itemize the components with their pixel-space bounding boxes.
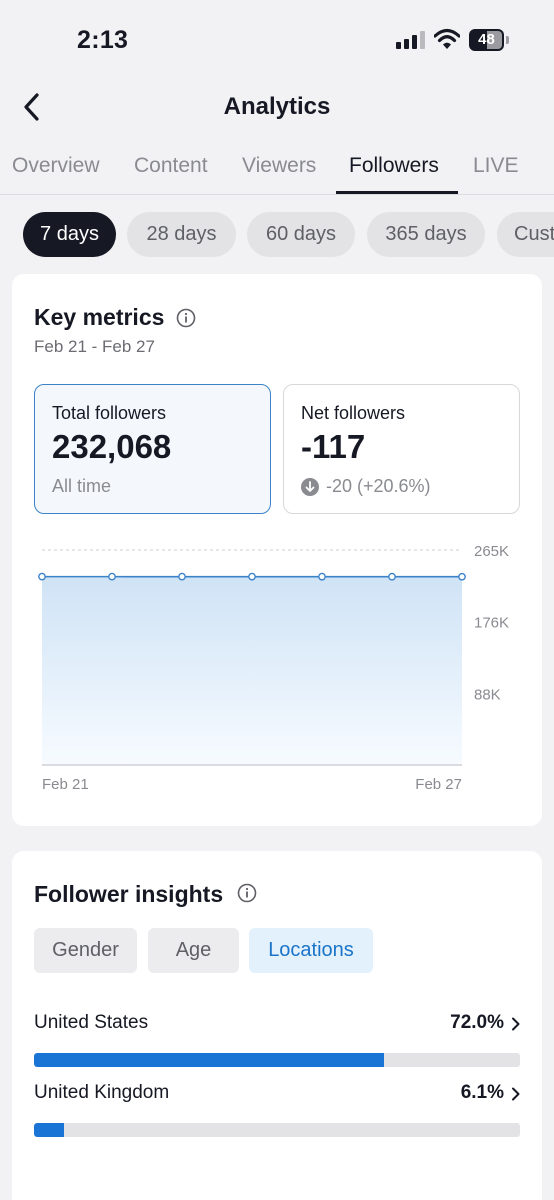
date-range: Feb 21 - Feb 27	[34, 337, 155, 356]
follower-insights-title: Follower insights	[34, 881, 224, 907]
page-title: Analytics	[223, 93, 331, 120]
tab-content[interactable]: Content	[134, 154, 208, 178]
chevron-right-icon	[512, 1087, 520, 1101]
chart-point	[108, 572, 116, 581]
tab-bar: Overview Content Viewers Followers LIVE	[0, 150, 554, 195]
location-percent: 6.1%	[460, 1082, 504, 1103]
net-followers-card[interactable]: Net followers -117 -20 (+20.6%)	[283, 384, 520, 514]
info-icon[interactable]	[237, 883, 257, 903]
chart-x-tick-label: Feb 21	[42, 776, 89, 793]
net-followers-change: -20 (+20.6%)	[326, 476, 431, 496]
status-time: 2:13	[77, 26, 129, 54]
location-bar-fill	[34, 1123, 64, 1137]
active-tab-indicator	[336, 191, 458, 194]
period-7-days[interactable]: 7 days	[23, 212, 116, 257]
tab-viewers[interactable]: Viewers	[242, 154, 316, 178]
tab-followers[interactable]: Followers	[349, 154, 439, 178]
segment-locations[interactable]: Locations	[249, 928, 373, 973]
wifi-icon	[434, 28, 460, 49]
key-metrics-card: Key metrics Feb 21 - Feb 27 Total follow…	[12, 274, 542, 826]
arrow-down-circle-icon	[301, 478, 319, 496]
period-28-days[interactable]: 28 days	[127, 212, 236, 257]
chart-y-tick-label: 176K	[474, 615, 509, 632]
info-icon[interactable]	[176, 308, 196, 328]
location-percent: 72.0%	[450, 1012, 504, 1033]
chart-y-tick-label: 265K	[474, 543, 509, 560]
chart-point	[388, 572, 396, 581]
chart-point	[318, 572, 326, 581]
net-followers-label: Net followers	[301, 403, 406, 423]
battery-icon: 48	[469, 29, 509, 51]
chart-point	[458, 572, 466, 581]
chart-point	[178, 572, 186, 581]
total-followers-sub: All time	[52, 476, 112, 496]
total-followers-card[interactable]: Total followers 232,068 All time	[34, 384, 271, 514]
follower-insights-card: Follower insights Gender Age Locations U…	[12, 851, 542, 1200]
segment-gender[interactable]: Gender	[34, 928, 137, 973]
total-followers-value: 232,068	[52, 428, 172, 465]
net-followers-value: -117	[301, 428, 366, 465]
total-followers-label: Total followers	[52, 403, 167, 423]
chart-area	[42, 576, 462, 765]
location-bar-fill	[34, 1053, 384, 1067]
period-365-days[interactable]: 365 days	[367, 212, 485, 257]
period-60-days[interactable]: 60 days	[247, 212, 355, 257]
cellular-signal-icon	[396, 31, 425, 49]
chart-x-tick-label: Feb 27	[415, 776, 462, 793]
tab-overview[interactable]: Overview	[12, 154, 100, 178]
chart-point	[38, 572, 46, 581]
battery-level: 48	[478, 31, 495, 48]
period-custom[interactable]: Custom	[497, 212, 554, 257]
chart-y-tick-label: 88K	[474, 686, 501, 703]
location-name: United Kingdom	[34, 1082, 170, 1103]
chart-point	[248, 572, 256, 581]
segment-age[interactable]: Age	[148, 928, 239, 973]
tab-live[interactable]: LIVE	[473, 154, 519, 178]
top-bar: 2:13 48 Analytics Overview Content Viewe…	[0, 0, 554, 196]
location-name: United States	[34, 1012, 149, 1033]
location-bar-track	[34, 1123, 520, 1137]
chevron-right-icon	[512, 1017, 520, 1031]
location-bar-track	[34, 1053, 520, 1067]
followers-chart: 265K 176K 88K Feb 21 Feb 27	[38, 543, 509, 793]
key-metrics-title: Key metrics	[34, 304, 165, 330]
